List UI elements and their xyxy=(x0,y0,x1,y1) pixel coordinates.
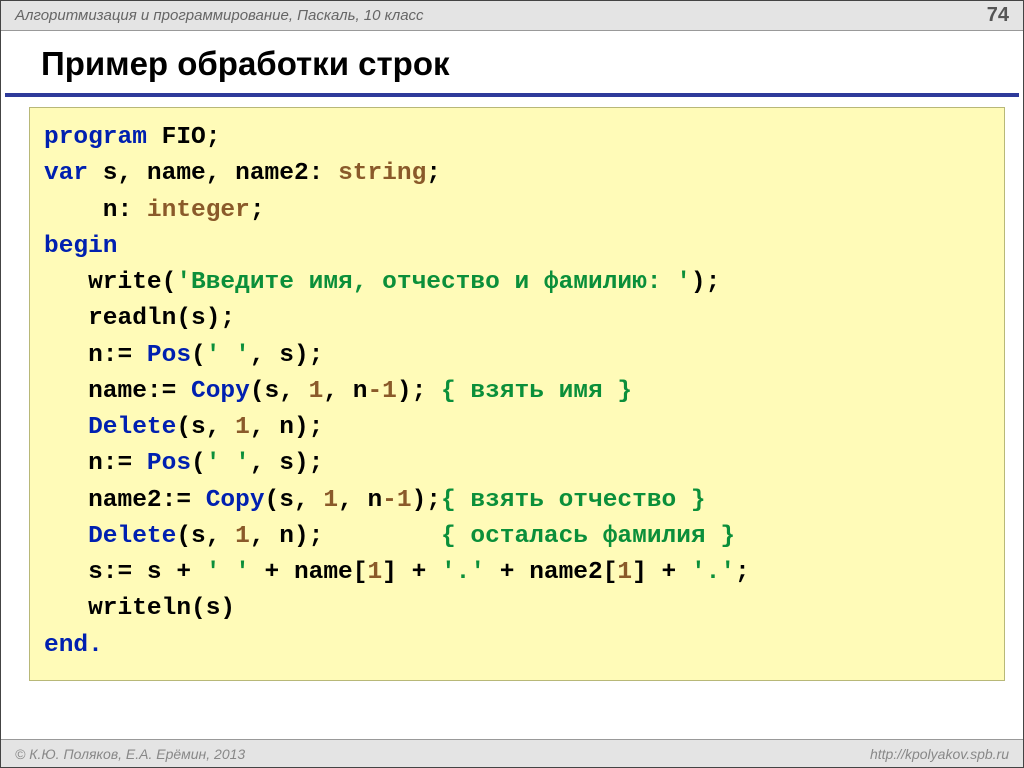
fn-delete: Delete xyxy=(88,414,176,441)
fn-pos: Pos xyxy=(147,342,191,369)
fn-delete: Delete xyxy=(88,523,176,550)
comment: { осталась фамилия } xyxy=(441,523,735,550)
fn-pos: Pos xyxy=(147,450,191,477)
comment: { взять имя } xyxy=(441,378,632,405)
page-number: 74 xyxy=(987,4,1009,27)
kw-begin: begin xyxy=(44,233,118,260)
fn-copy: Copy xyxy=(206,487,265,514)
header-bar: Алгоритмизация и программирование, Паска… xyxy=(1,1,1023,31)
subject-text: Алгоритмизация и программирование, Паска… xyxy=(15,7,424,24)
copyright: © К.Ю. Поляков, Е.А. Ерёмин, 2013 xyxy=(15,746,245,762)
slide-title: Пример обработки строк xyxy=(5,31,1019,97)
kw-var: var xyxy=(44,160,88,187)
str-literal: 'Введите имя, отчество и фамилию: ' xyxy=(176,269,691,296)
kw-end: end. xyxy=(44,632,103,659)
type-string: string xyxy=(338,160,426,187)
footer-url: http://kpolyakov.spb.ru xyxy=(870,746,1009,762)
type-integer: integer xyxy=(147,197,250,224)
comment: { взять отчество } xyxy=(441,487,706,514)
footer-bar: © К.Ю. Поляков, Е.А. Ерёмин, 2013 http:/… xyxy=(1,739,1023,767)
slide: Алгоритмизация и программирование, Паска… xyxy=(0,0,1024,768)
kw-program: program xyxy=(44,124,147,151)
code-listing: program FIO; var s, name, name2: string;… xyxy=(29,107,1005,681)
fn-copy: Copy xyxy=(191,378,250,405)
